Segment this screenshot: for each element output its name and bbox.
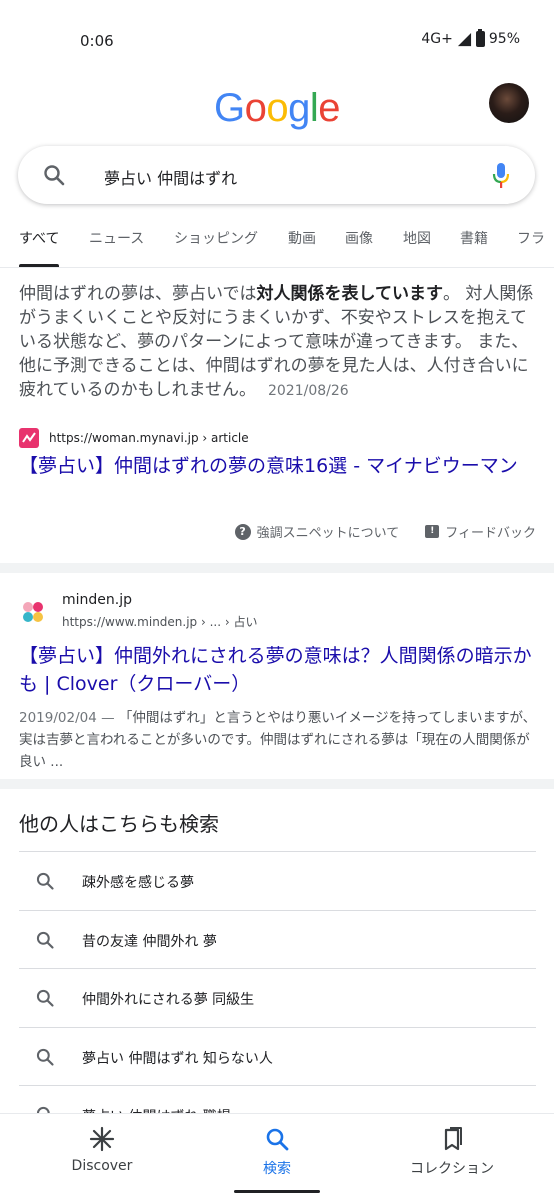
result-url[interactable]: https://www.minden.jp › ... › 占い	[62, 613, 257, 630]
nav-discover[interactable]: Discover	[22, 1126, 182, 1174]
snippet-source[interactable]: https://woman.mynavi.jp › article	[19, 428, 249, 448]
tab-maps[interactable]: 地図	[403, 228, 431, 248]
section-divider	[0, 779, 554, 789]
related-search-item[interactable]: 夢占い 仲間はずれ 知らない人	[19, 1026, 536, 1086]
related-searches-title: 他の人はこちらも検索	[19, 812, 219, 836]
result-site-name[interactable]: minden.jp	[62, 592, 132, 608]
search-icon	[36, 931, 54, 949]
status-right: 4G+ 95%	[421, 29, 520, 47]
avatar[interactable]	[489, 83, 529, 123]
result-title-link[interactable]: 【夢占い】仲間外れにされる夢の意味は？人間関係の暗示かも | Clover（クロ…	[19, 642, 539, 698]
related-searches-list: 疎外感を感じる夢 昔の友達 仲間外れ 夢 仲間外れにされる夢 同級生 夢占い 仲…	[19, 851, 536, 1144]
logo-letter: o	[244, 86, 267, 130]
related-search-label: 夢占い 仲間はずれ 知らない人	[82, 1050, 273, 1067]
featured-snippet-text: 仲間はずれの夢は、夢占いでは対人関係を表しています。 対人関係がうまくいくことや…	[19, 282, 539, 403]
tab-news[interactable]: ニュース	[89, 228, 144, 248]
tab-videos[interactable]: 動画	[288, 228, 316, 248]
mynavi-favicon-icon	[19, 428, 39, 448]
related-search-item[interactable]: 仲間外れにされる夢 同級生	[19, 968, 536, 1027]
collections-icon	[444, 1127, 462, 1151]
battery-icon	[475, 29, 485, 47]
search-icon	[36, 872, 54, 890]
related-search-item[interactable]: 疎外感を感じる夢	[19, 851, 536, 910]
snippet-text-bold: 対人関係を表しています	[256, 284, 444, 304]
search-icon	[266, 1128, 289, 1151]
feedback-button[interactable]: ! フィードバック	[425, 522, 536, 541]
bottom-navigation: Discover 検索 コレクション	[0, 1113, 554, 1200]
feedback-icon: !	[425, 525, 440, 538]
search-tabs: すべて ニュース ショッピング 動画 画像 地図 書籍 フラ	[0, 228, 554, 268]
search-icon	[36, 989, 54, 1007]
tab-shopping[interactable]: ショッピング	[174, 228, 258, 248]
logo-letter: g	[288, 86, 310, 130]
section-divider	[0, 563, 554, 573]
google-logo: Google	[0, 86, 554, 131]
related-search-item[interactable]: 昔の友達 仲間外れ 夢	[19, 909, 536, 969]
nav-collections[interactable]: コレクション	[372, 1126, 532, 1178]
nav-search[interactable]: 検索	[197, 1126, 357, 1178]
tab-images[interactable]: 画像	[345, 228, 373, 248]
related-search-label: 仲間外れにされる夢 同級生	[82, 992, 255, 1008]
feedback-label: フィードバック	[445, 526, 536, 541]
tabs-divider	[0, 267, 554, 268]
nav-collections-label: コレクション	[410, 1161, 494, 1177]
search-bar[interactable]: 夢占い 仲間はずれ	[18, 146, 535, 204]
logo-letter: G	[213, 86, 245, 130]
snippet-source-url[interactable]: https://woman.mynavi.jp › article	[49, 431, 249, 445]
search-icon	[36, 1048, 54, 1066]
nav-discover-label: Discover	[71, 1158, 133, 1174]
logo-letter: o	[266, 86, 289, 130]
about-snippet-button[interactable]: ? 強調スニペットについて	[234, 522, 400, 541]
related-search-label: 疎外感を感じる夢	[82, 875, 194, 891]
status-bar: 0:06 4G+ 95%	[0, 0, 554, 80]
clover-favicon-icon	[23, 602, 43, 622]
search-input[interactable]: 夢占い 仲間はずれ	[104, 165, 237, 189]
home-indicator[interactable]	[234, 1190, 320, 1193]
snippet-footer: ? 強調スニペットについて ! フィードバック	[234, 522, 536, 541]
microphone-icon[interactable]	[491, 162, 511, 190]
about-snippet-label: 強調スニペットについて	[256, 526, 400, 541]
result-description: 2019/02/04 — 「仲間はずれ」と言うとやはり悪いイメージを持ってしまい…	[19, 707, 539, 773]
network-label: 4G+	[421, 31, 453, 47]
snippet-date: 2021/08/26	[267, 383, 349, 399]
help-icon: ?	[234, 523, 251, 540]
logo-letter: e	[318, 86, 340, 130]
tab-all[interactable]: すべて	[19, 228, 60, 267]
tab-flights[interactable]: フラ	[517, 228, 545, 248]
asterisk-icon	[89, 1126, 115, 1152]
status-time: 0:06	[80, 32, 114, 50]
tab-books[interactable]: 書籍	[460, 228, 488, 248]
related-search-label: 昔の友達 仲間外れ 夢	[82, 933, 217, 950]
battery-label: 95%	[488, 31, 520, 47]
search-icon[interactable]	[42, 163, 66, 187]
signal-icon	[457, 32, 471, 46]
logo-letter: l	[309, 86, 319, 130]
snippet-text-pre: 仲間はずれの夢は、夢占いでは	[19, 284, 257, 304]
result-date: 2019/02/04 —	[19, 710, 115, 726]
nav-search-label: 検索	[263, 1161, 291, 1177]
snippet-title-link[interactable]: 【夢占い】仲間はずれの夢の意味16選 - マイナビウーマン	[19, 452, 539, 480]
